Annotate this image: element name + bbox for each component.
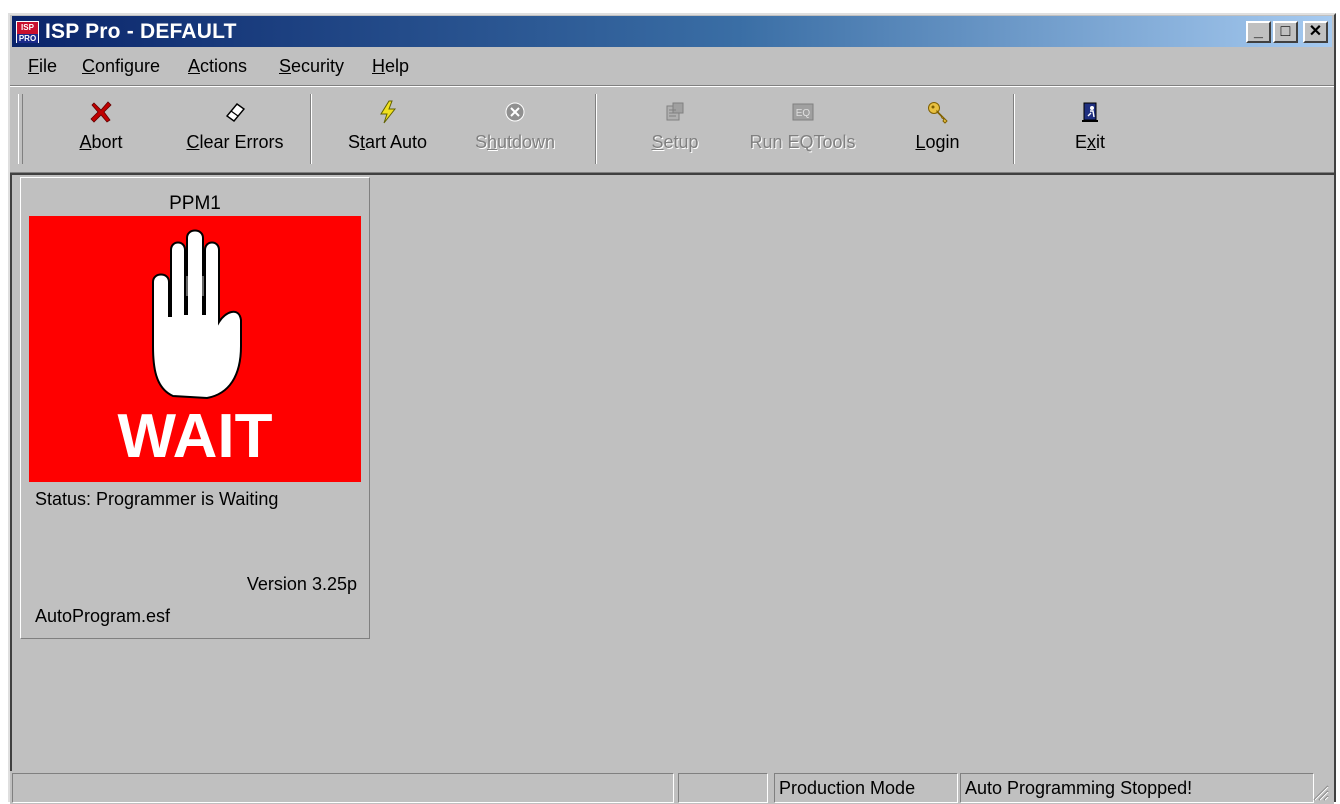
app-window: ISP PRO ISP Pro - DEFAULT _ □ ✕ File Con… bbox=[8, 13, 1336, 804]
toolbar-separator bbox=[1013, 94, 1015, 164]
toolbar-separator bbox=[595, 94, 597, 164]
login-button[interactable]: Login bbox=[890, 90, 985, 168]
key-icon bbox=[927, 102, 948, 124]
close-icon: ✕ bbox=[1308, 23, 1323, 40]
programmer-status: Status: Programmer is Waiting bbox=[35, 489, 279, 509]
minimize-icon: _ bbox=[1254, 23, 1263, 40]
menu-actions[interactable]: Actions bbox=[188, 56, 247, 77]
close-button[interactable]: ✕ bbox=[1303, 21, 1328, 43]
toolbar-grip[interactable] bbox=[18, 94, 23, 164]
x-icon bbox=[90, 101, 112, 123]
resize-grip-icon[interactable] bbox=[1310, 782, 1330, 802]
start-auto-button[interactable]: Start Auto bbox=[335, 90, 440, 168]
menu-configure[interactable]: Configure bbox=[82, 56, 160, 77]
ppm-title: PPM1 bbox=[169, 193, 221, 214]
toolbar: Abort Clear Errors Start Auto Shutdown S… bbox=[10, 85, 1334, 174]
maximize-icon: □ bbox=[1280, 23, 1291, 40]
status-message: Auto Programming Stopped! bbox=[960, 773, 1314, 803]
shutdown-button[interactable]: Shutdown bbox=[460, 90, 570, 168]
svg-text:EQ: EQ bbox=[795, 108, 810, 119]
title-bar[interactable]: ISP PRO ISP Pro - DEFAULT _ □ ✕ bbox=[12, 16, 1332, 47]
setup-button[interactable]: Setup bbox=[630, 90, 720, 168]
version-label: Version 3.25p bbox=[246, 574, 357, 594]
toolbar-separator bbox=[310, 94, 312, 164]
clear-errors-button[interactable]: Clear Errors bbox=[170, 90, 300, 168]
exit-button[interactable]: Exit bbox=[1045, 90, 1135, 168]
wait-hand-image: WAIT bbox=[29, 216, 361, 482]
program-file-name: AutoProgram.esf bbox=[35, 606, 171, 626]
menu-security[interactable]: Security bbox=[279, 56, 344, 77]
status-panel-1 bbox=[12, 773, 674, 803]
menu-file[interactable]: File bbox=[28, 56, 57, 77]
maximize-button[interactable]: □ bbox=[1273, 21, 1298, 43]
eraser-icon bbox=[225, 103, 246, 122]
wait-text: WAIT bbox=[118, 402, 273, 471]
run-eqtools-button[interactable]: EQ Run EQTools bbox=[735, 90, 870, 168]
menu-bar: File Configure Actions Security Help bbox=[12, 52, 1332, 82]
menu-help[interactable]: Help bbox=[372, 56, 409, 77]
minimize-button[interactable]: _ bbox=[1246, 21, 1271, 43]
app-icon[interactable]: ISP PRO bbox=[16, 21, 39, 43]
eq-icon: EQ bbox=[792, 103, 813, 121]
lightning-icon bbox=[379, 100, 396, 124]
shutdown-icon bbox=[505, 102, 525, 122]
exit-door-icon bbox=[1082, 102, 1098, 122]
status-panel-2 bbox=[678, 773, 768, 803]
window-title: ISP Pro - DEFAULT bbox=[45, 20, 237, 43]
ppm-panel[interactable]: PPM1 WAIT Status: Programmer is Waiting … bbox=[20, 177, 370, 639]
abort-button[interactable]: Abort bbox=[56, 90, 146, 168]
workspace-area: PPM1 WAIT Status: Programmer is Waiting … bbox=[10, 173, 1334, 771]
status-mode: Production Mode bbox=[774, 773, 958, 803]
setup-icon bbox=[666, 102, 684, 121]
status-bar: Production Mode Auto Programming Stopped… bbox=[10, 771, 1334, 804]
